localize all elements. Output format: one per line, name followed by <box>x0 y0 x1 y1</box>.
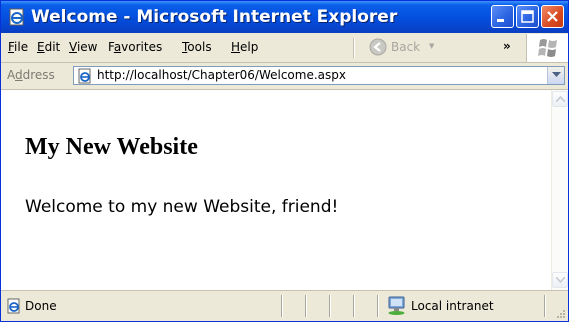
menu-file-label: ile <box>14 40 29 54</box>
chevron-down-icon <box>552 72 561 77</box>
menu-view-accel: V <box>69 40 77 54</box>
throbber <box>526 34 568 62</box>
windows-flag-icon <box>538 39 557 57</box>
scroll-up-button[interactable] <box>552 91 568 107</box>
status-divider <box>329 295 331 317</box>
menu-tools-label: ools <box>187 40 212 54</box>
minimize-icon <box>497 19 504 22</box>
status-divider <box>353 295 355 317</box>
back-dropdown-icon[interactable]: ▼ <box>429 42 434 50</box>
menu-favorites[interactable]: Favorites <box>108 40 162 54</box>
status-divider <box>544 295 546 317</box>
vertical-scrollbar[interactable] <box>551 90 568 290</box>
ie-page-icon <box>77 68 93 84</box>
maximize-button[interactable] <box>516 5 539 28</box>
menu-edit[interactable]: Edit <box>37 40 60 54</box>
zone-text: Local intranet <box>411 299 494 313</box>
ie-page-icon <box>6 298 22 314</box>
menu-bar: File Edit View Favorites Tools Help Back… <box>1 33 568 63</box>
close-button[interactable] <box>541 5 564 28</box>
address-label-pre: A <box>7 68 15 82</box>
scroll-down-button[interactable] <box>552 272 568 288</box>
menu-edit-accel: E <box>37 40 45 54</box>
page-text: Welcome to my new Website, friend! <box>25 197 339 217</box>
window-title: Welcome - Microsoft Internet Explorer <box>31 7 398 27</box>
toolbar-overflow-chevron[interactable]: » <box>503 39 511 53</box>
chevron-down-icon <box>556 277 565 283</box>
browser-window: Welcome - Microsoft Internet Explorer Fi… <box>0 0 569 322</box>
menu-help-accel: H <box>231 40 241 54</box>
status-bar: Done Local intranet <box>1 290 568 321</box>
menu-file[interactable]: File <box>8 40 28 54</box>
status-divider <box>377 295 379 317</box>
ie-page-icon <box>8 8 26 26</box>
address-label-rest: dress <box>22 68 55 82</box>
local-intranet-icon <box>386 296 408 316</box>
page-content: My New Website Welcome to my new Website… <box>1 90 551 290</box>
menu-tools[interactable]: Tools <box>182 40 212 54</box>
status-divider <box>281 295 283 317</box>
status-text: Done <box>25 299 57 313</box>
title-bar[interactable]: Welcome - Microsoft Internet Explorer <box>1 1 568 33</box>
menu-edit-label: dit <box>44 40 61 54</box>
toolbar-separator <box>353 38 355 58</box>
menu-view[interactable]: View <box>69 40 97 54</box>
resize-grip-icon[interactable] <box>554 306 566 318</box>
menu-help-label: elp <box>240 40 259 54</box>
address-dropdown-button[interactable] <box>547 67 564 84</box>
page-heading: My New Website <box>25 134 198 160</box>
close-icon <box>547 11 558 22</box>
address-label-accel: d <box>15 68 23 82</box>
maximize-icon <box>521 10 534 23</box>
menu-view-label: iew <box>76 40 98 54</box>
status-divider <box>305 295 307 317</box>
address-url: http://localhost/Chapter06/Welcome.aspx <box>97 68 346 82</box>
chevron-up-icon <box>556 96 565 102</box>
menu-help[interactable]: Help <box>231 40 258 54</box>
address-label: Address <box>7 68 55 82</box>
back-label: Back <box>391 40 421 54</box>
address-input[interactable]: http://localhost/Chapter06/Welcome.aspx <box>73 66 565 85</box>
address-bar: Address http://localhost/Chapter06/Welco… <box>1 63 568 90</box>
minimize-button[interactable] <box>491 5 514 28</box>
back-arrow-icon <box>369 38 387 56</box>
menu-favorites-label: vorites <box>121 40 163 54</box>
